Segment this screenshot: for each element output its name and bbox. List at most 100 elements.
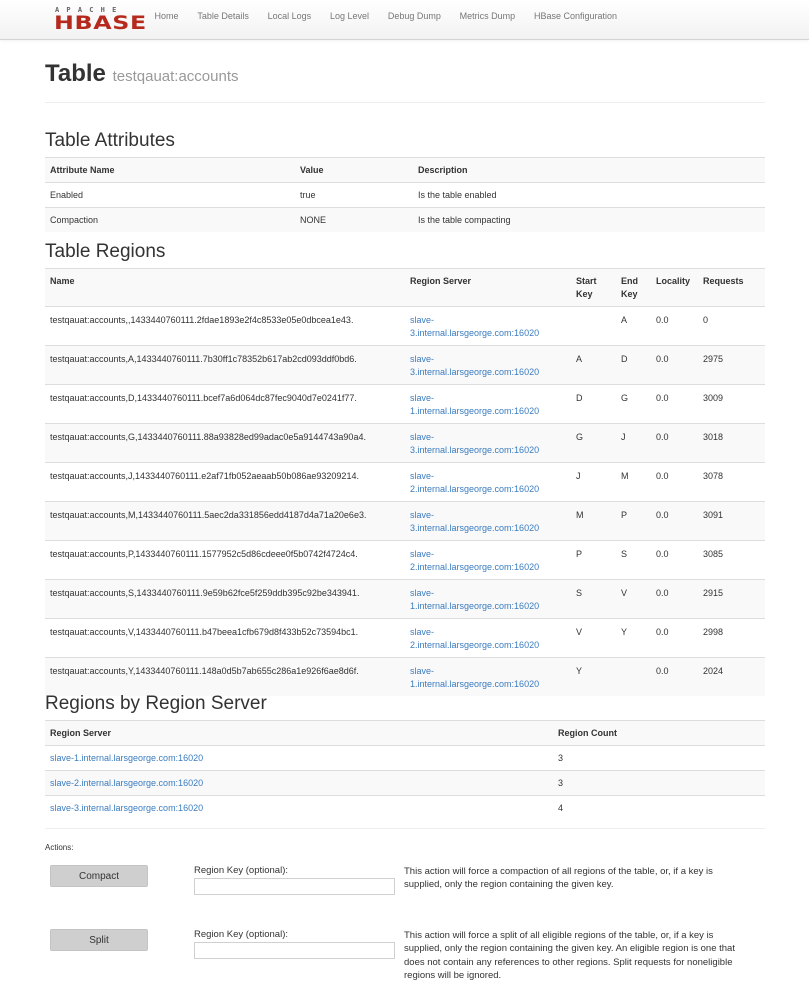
column-header: Requests: [698, 268, 765, 307]
region-name: testqauat:accounts,J,1433440760111.e2af7…: [45, 462, 405, 502]
region-server-link[interactable]: slave-1.internal.larsgeorge.com:16020: [410, 393, 539, 416]
end-key: M: [616, 462, 651, 502]
region-server-link[interactable]: slave-2.internal.larsgeorge.com:16020: [410, 549, 539, 572]
region-count: 4: [553, 795, 765, 820]
attribute-description: Is the table compacting: [413, 207, 765, 232]
region-name: testqauat:accounts,M,1433440760111.5aec2…: [45, 501, 405, 541]
region-name: testqauat:accounts,A,1433440760111.7b30f…: [45, 345, 405, 385]
start-key: D: [571, 384, 616, 424]
region-name: testqauat:accounts,D,1433440760111.bcef7…: [45, 384, 405, 424]
compact-button[interactable]: Compact: [50, 865, 148, 887]
locality: 0.0: [651, 423, 698, 463]
column-header: Start Key: [571, 268, 616, 307]
column-header: Description: [413, 157, 765, 183]
region-server-link[interactable]: slave-3.internal.larsgeorge.com:16020: [410, 432, 539, 455]
locality: 0.0: [651, 618, 698, 658]
region-server-link[interactable]: slave-3.internal.larsgeorge.com:16020: [410, 354, 539, 377]
attribute-name: Enabled: [45, 182, 295, 208]
start-key: V: [571, 618, 616, 658]
table-row: testqauat:accounts,Y,1433440760111.148a0…: [45, 657, 765, 696]
page-header: Table testqauat:accounts: [45, 60, 765, 103]
table-row: slave-3.internal.larsgeorge.com:16020 4: [45, 795, 765, 820]
locality: 0.0: [651, 345, 698, 385]
region-server-link[interactable]: slave-1.internal.larsgeorge.com:16020: [410, 666, 539, 689]
nav-hbase-configuration[interactable]: HBase Configuration: [524, 0, 626, 40]
table-row: testqauat:accounts,A,1433440760111.7b30f…: [45, 345, 765, 385]
end-key: P: [616, 501, 651, 541]
region-name: testqauat:accounts,G,1433440760111.88a93…: [45, 423, 405, 463]
end-key: [616, 657, 651, 696]
nav-local-logs[interactable]: Local Logs: [258, 0, 320, 40]
region-name: testqauat:accounts,,1433440760111.2fdae1…: [45, 306, 405, 346]
requests: 3009: [698, 384, 765, 424]
column-header: End Key: [616, 268, 651, 307]
requests: 2915: [698, 579, 765, 619]
requests: 2024: [698, 657, 765, 696]
split-button[interactable]: Split: [50, 929, 148, 951]
attribute-value: true: [295, 182, 413, 208]
table-name: testqauat:accounts: [112, 68, 239, 85]
table-attributes-section: Table Attributes Attribute Name Value De…: [45, 130, 765, 232]
region-server-link[interactable]: slave-2.internal.larsgeorge.com:16020: [50, 778, 203, 788]
actions-label: Actions:: [45, 843, 74, 852]
nav-log-level[interactable]: Log Level: [320, 0, 378, 40]
locality: 0.0: [651, 384, 698, 424]
region-name: testqauat:accounts,Y,1433440760111.148a0…: [45, 657, 405, 696]
table-attributes-table: Attribute Name Value Description Enabled…: [45, 157, 765, 232]
end-key: J: [616, 423, 651, 463]
requests: 3018: [698, 423, 765, 463]
regions-by-server-table: Region Server Region Count slave-1.inter…: [45, 720, 765, 820]
table-row: slave-1.internal.larsgeorge.com:16020 3: [45, 745, 765, 771]
regions-by-server-heading: Regions by Region Server: [45, 693, 267, 714]
locality: 0.0: [651, 462, 698, 502]
nav-debug-dump[interactable]: Debug Dump: [378, 0, 450, 40]
region-server-link[interactable]: slave-1.internal.larsgeorge.com:16020: [50, 753, 203, 763]
nav-home[interactable]: Home: [145, 0, 188, 40]
column-header: Attribute Name: [45, 157, 295, 183]
region-server-link[interactable]: slave-2.internal.larsgeorge.com:16020: [410, 471, 539, 494]
requests: 2975: [698, 345, 765, 385]
column-header: Locality: [651, 268, 698, 307]
table-row: testqauat:accounts,G,1433440760111.88a93…: [45, 423, 765, 463]
nav-table-details[interactable]: Table Details: [188, 0, 258, 40]
navbar: APACHE HBASE Home Table Details Local Lo…: [0, 0, 809, 40]
nav-metrics-dump[interactable]: Metrics Dump: [450, 0, 524, 40]
column-header: Region Server: [405, 268, 571, 307]
table-row: testqauat:accounts,P,1433440760111.15779…: [45, 540, 765, 580]
column-header: Name: [45, 268, 405, 307]
attribute-name: Compaction: [45, 207, 295, 232]
compact-description: This action will force a compaction of a…: [404, 866, 713, 891]
requests: 3085: [698, 540, 765, 580]
regions-by-server-section: Regions by Region Server Region Server R…: [45, 693, 765, 829]
locality: 0.0: [651, 579, 698, 619]
region-server-link[interactable]: slave-2.internal.larsgeorge.com:16020: [410, 627, 539, 650]
start-key: S: [571, 579, 616, 619]
split-region-key-input[interactable]: [194, 942, 395, 959]
end-key: G: [616, 384, 651, 424]
region-server-link[interactable]: slave-3.internal.larsgeorge.com:16020: [50, 803, 203, 813]
start-key: M: [571, 501, 616, 541]
requests: 3091: [698, 501, 765, 541]
table-row: testqauat:accounts,,1433440760111.2fdae1…: [45, 306, 765, 346]
table-regions-section: Table Regions Name Region Server Start K…: [45, 241, 765, 696]
end-key: Y: [616, 618, 651, 658]
logo-hbase-text: HBASE: [54, 12, 147, 34]
region-name: testqauat:accounts,P,1433440760111.15779…: [45, 540, 405, 580]
start-key: [571, 306, 616, 346]
locality: 0.0: [651, 540, 698, 580]
table-row: testqauat:accounts,V,1433440760111.b47be…: [45, 618, 765, 658]
start-key: G: [571, 423, 616, 463]
table-row: testqauat:accounts,M,1433440760111.5aec2…: [45, 501, 765, 541]
attribute-description: Is the table enabled: [413, 182, 765, 208]
region-server-link[interactable]: slave-1.internal.larsgeorge.com:16020: [410, 588, 539, 611]
locality: 0.0: [651, 501, 698, 541]
table-regions-heading: Table Regions: [45, 241, 166, 262]
compact-region-key-input[interactable]: [194, 878, 395, 895]
region-count: 3: [553, 770, 765, 796]
region-server-link[interactable]: slave-3.internal.larsgeorge.com:16020: [410, 510, 539, 533]
region-server-link[interactable]: slave-3.internal.larsgeorge.com:16020: [410, 315, 539, 338]
page-title: Table testqauat:accounts: [45, 60, 239, 87]
nav-menu: Home Table Details Local Logs Log Level …: [145, 0, 626, 40]
hbase-logo[interactable]: APACHE HBASE: [54, 7, 146, 33]
attribute-value: NONE: [295, 207, 413, 232]
